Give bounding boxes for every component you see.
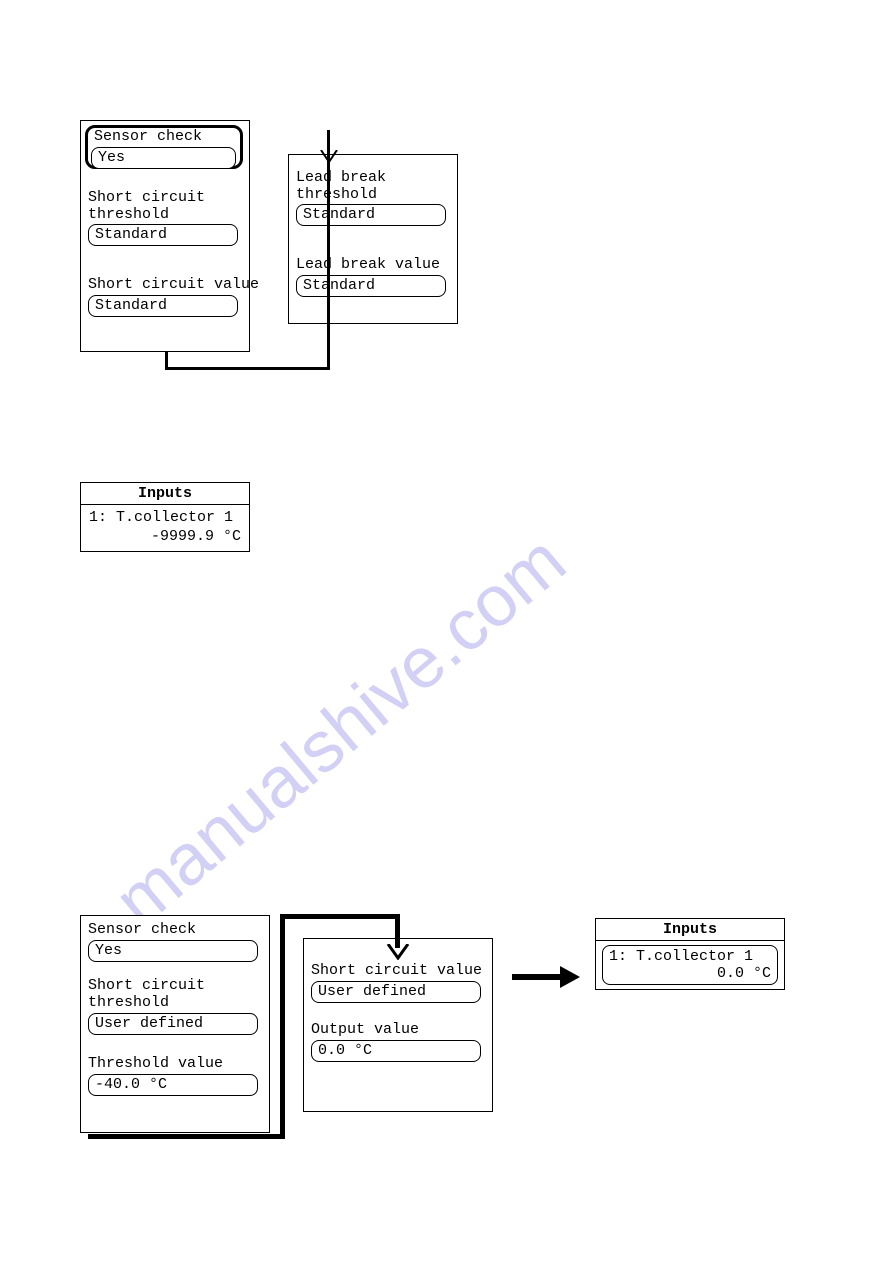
thresh-val-label: Threshold value: [88, 1056, 223, 1073]
right-arrow: [510, 962, 580, 992]
inputs-title-1: Inputs: [81, 483, 249, 505]
lb-value-label: Lead break value: [296, 257, 440, 274]
inputs-box-2: Inputs 1: T.collector 1 0.0 °C: [595, 918, 785, 990]
output-value-value: 0.0 °C: [318, 1042, 372, 1059]
connector-bot-down: [395, 914, 400, 948]
sc-value-field-bot[interactable]: User defined: [311, 981, 481, 1003]
inputs-title-2: Inputs: [596, 919, 784, 941]
sensor-check-group-top: Sensor check Yes: [85, 125, 243, 169]
sc-threshold-value-top: Standard: [95, 226, 167, 243]
connector-bot-right: [88, 1134, 285, 1139]
sc-value-value-bot: User defined: [318, 983, 426, 1000]
sc-value-label-bot: Short circuit value: [311, 963, 482, 980]
sc-value-value-top: Standard: [95, 297, 167, 314]
sc-threshold-field-top[interactable]: Standard: [88, 224, 238, 246]
sc-threshold-label-top: Short circuit threshold: [88, 190, 205, 223]
lb-value-field[interactable]: Standard: [296, 275, 446, 297]
arrowhead-top: [319, 150, 339, 164]
inputs-box-1: Inputs 1: T.collector 1 -9999.9 °C: [80, 482, 250, 552]
inputs1-line1: 1: T.collector 1: [89, 509, 241, 528]
connector-top-right: [165, 367, 330, 370]
output-value-label: Output value: [311, 1022, 419, 1039]
watermark-text: manualshive.com: [99, 520, 581, 943]
inputs2-line1: 1: T.collector 1: [609, 948, 771, 965]
sensor-check-value-bot: Yes: [95, 942, 122, 959]
sc-threshold-value-bot: User defined: [95, 1015, 203, 1032]
sensor-check-label-bot: Sensor check: [88, 922, 196, 939]
sc-value-label-top: Short circuit value: [88, 277, 259, 294]
sensor-check-field-top[interactable]: Yes: [91, 147, 236, 169]
thresh-val-field[interactable]: -40.0 °C: [88, 1074, 258, 1096]
lb-value-value: Standard: [303, 277, 375, 294]
lb-threshold-label: Lead break threshold: [296, 170, 386, 203]
sensor-check-value-top: Yes: [98, 149, 125, 166]
output-value-field[interactable]: 0.0 °C: [311, 1040, 481, 1062]
sc-threshold-field-bot[interactable]: User defined: [88, 1013, 258, 1035]
arrowhead-bot: [386, 944, 410, 960]
lb-threshold-value: Standard: [303, 206, 375, 223]
connector-bot-up: [280, 914, 285, 1139]
sensor-check-field-bot[interactable]: Yes: [88, 940, 258, 962]
inputs2-line2: 0.0 °C: [609, 965, 771, 982]
sc-threshold-label-bot: Short circuit threshold: [88, 978, 205, 1011]
connector-top-up: [327, 130, 330, 370]
inputs1-line2: -9999.9 °C: [89, 528, 241, 547]
sc-value-field-top[interactable]: Standard: [88, 295, 238, 317]
lb-threshold-field[interactable]: Standard: [296, 204, 446, 226]
thresh-val-value: -40.0 °C: [95, 1076, 167, 1093]
connector-bot-top: [280, 914, 400, 919]
sensor-check-label-top: Sensor check: [94, 129, 234, 146]
